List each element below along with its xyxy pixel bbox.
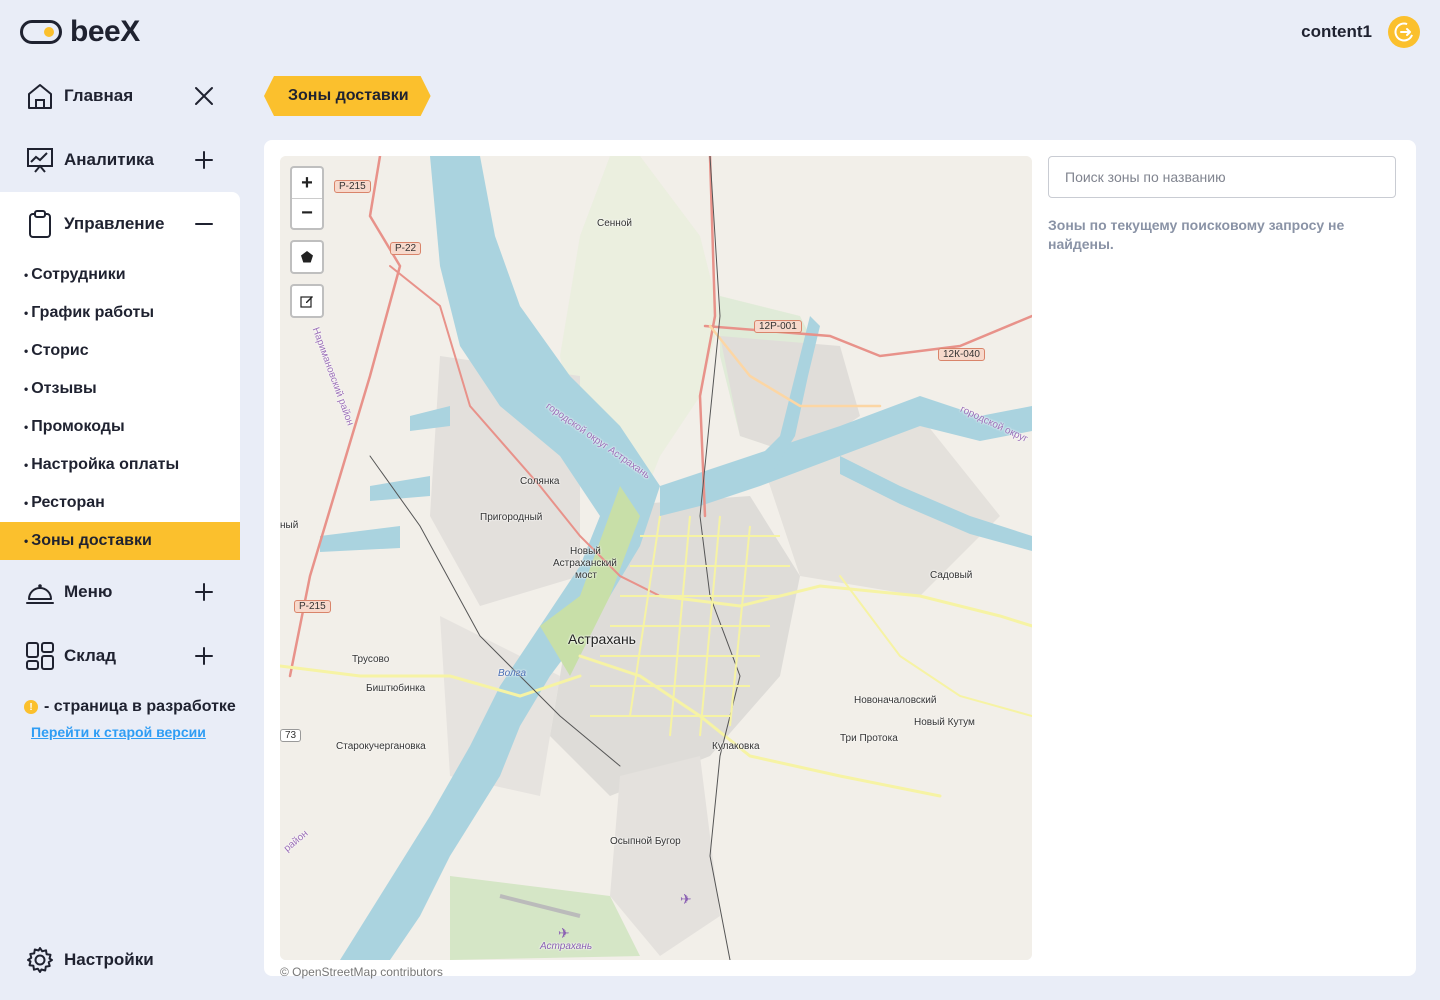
sidebar-subitem-employees[interactable]: Сотрудники [0,256,240,294]
map-label-novonachalovsky: Новоначаловский [854,695,937,706]
sidebar-group-management: Управление Сотрудники График работы Стор… [0,192,240,560]
close-icon[interactable] [192,84,216,108]
plus-icon[interactable] [192,148,216,172]
road-shield-12k040: 12К-040 [938,348,985,361]
user-area: content1 [1301,16,1420,48]
edit-icon [300,296,313,308]
sidebar-item-label: Настройки [64,950,154,969]
draw-polygon-button[interactable] [290,240,324,274]
map-label-sennoy: Сенной [597,218,632,229]
sidebar-subitem-delivery-zones[interactable]: Зоны доставки [0,522,240,560]
map-label-volga: Волга [498,668,527,679]
clipboard-icon [24,208,56,240]
sidebar-item-menu[interactable]: Меню [0,560,240,624]
attribution-text: © OpenStreetMap contributors [280,965,443,979]
svg-text:✈: ✈ [680,892,692,908]
sidebar-item-label: Главная [64,86,134,105]
edit-layers-button[interactable] [290,284,324,318]
map-label-nyi: ный [280,520,299,531]
zoom-control: + − [290,166,324,230]
gear-icon [24,944,56,976]
brand-name: beeX [70,15,140,48]
map-label-tri-protoka: Три Протока [840,733,898,744]
pentagon-icon [301,251,313,263]
road-shield-p215: Р-215 [334,180,371,193]
sidebar-item-main[interactable]: Главная [0,64,240,128]
sidebar-item-label: Склад [64,646,117,665]
logo-mark-icon [20,20,62,44]
minus-icon[interactable] [192,212,216,236]
map-label-trusovo: Трусово [352,654,390,665]
sidebar-item-label: Аналитика [64,150,154,169]
road-shield-p215-b: Р-215 [294,600,331,613]
sidebar-subitem-restaurant[interactable]: Ресторан [0,484,240,522]
page-title: Зоны доставки [264,76,431,116]
plus-icon[interactable] [192,644,216,668]
map-label-prigorodny: Пригородный [480,512,543,523]
map-label-novy-kutum: Новый Кутум [914,717,975,728]
map-attribution: © OpenStreetMap contributors [280,965,443,979]
road-shield-12p001: 12Р-001 [754,320,802,333]
map-controls: + − [290,166,324,318]
dev-note-text: - страница в разработке [44,698,236,715]
sidebar-item-label: Управление [64,214,165,233]
sidebar-item-analytics[interactable]: Аналитика [0,128,240,192]
map-label-bridge-1: Новый [570,546,601,557]
sidebar: Главная Аналитика Управление Сотрудники … [0,64,240,740]
map-label-kulakovka: Кулаковка [712,741,760,752]
map-label-bridge-3: мост [575,570,598,581]
map-label-starokucherganovka: Старокучергановка [336,741,426,752]
map-view[interactable]: ✈ ✈ Астрахань Сенной Солянка Пригородный… [280,156,1032,960]
sidebar-subitem-payment-settings[interactable]: Настройка оплаты [0,446,240,484]
old-version-link[interactable]: Перейти к старой версии [31,724,240,740]
svg-text:✈: ✈ [558,926,570,942]
delivery-zones-panel: ✈ ✈ Астрахань Сенной Солянка Пригородный… [264,140,1416,979]
map-label-osypnoy-bugor: Осыпной Бугор [610,836,681,847]
map-label-solyanka: Солянка [520,476,560,487]
logout-icon [1394,22,1414,42]
map-label-airport: Астрахань [540,941,593,952]
sidebar-subitem-promocodes[interactable]: Промокоды [0,408,240,446]
sidebar-item-label: Меню [64,582,113,601]
zoom-out-button[interactable]: − [292,198,322,228]
zone-search-input[interactable] [1048,156,1396,198]
brand-logo[interactable]: beeX [20,15,140,48]
dev-note: ! - страница в разработке Перейти к стар… [0,698,240,740]
zoom-in-button[interactable]: + [292,168,322,198]
user-name: content1 [1301,22,1372,41]
presentation-chart-icon [24,144,56,176]
info-icon: ! [24,700,38,714]
home-icon [24,80,56,112]
map-label-bishtyubinka: Биштюбинка [366,683,426,694]
sidebar-settings-wrap: Настройки [0,928,240,992]
sidebar-item-management[interactable]: Управление [0,192,240,256]
road-shield-p22: Р-22 [390,242,422,255]
sidebar-item-settings[interactable]: Настройки [0,928,240,992]
grid-blocks-icon [24,640,56,672]
sidebar-subitem-stories[interactable]: Сторис [0,332,240,370]
cloche-icon [24,576,56,608]
sidebar-subitem-schedule[interactable]: График работы [0,294,240,332]
sidebar-subitem-reviews[interactable]: Отзывы [0,370,240,408]
map-label-sadovy: Садовый [930,570,973,581]
map-label-city: Астрахань [568,631,636,647]
logout-button[interactable] [1388,16,1420,48]
plus-icon[interactable] [192,580,216,604]
map-label-bridge-2: Астраханский [553,558,617,569]
dev-note-row: ! - страница в разработке [24,698,240,716]
empty-results-message: Зоны по текущему поисковому запросу не н… [1048,217,1345,252]
sidebar-item-warehouse[interactable]: Склад [0,624,240,688]
road-shield-73: 73 [280,729,302,742]
